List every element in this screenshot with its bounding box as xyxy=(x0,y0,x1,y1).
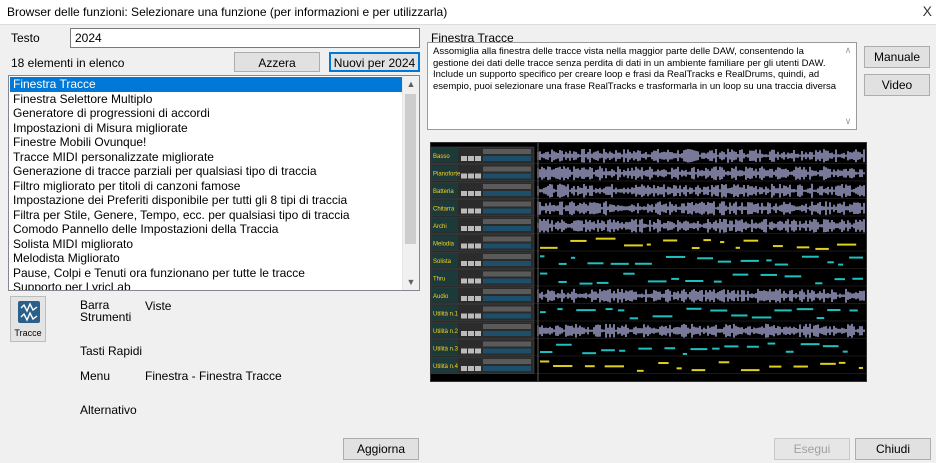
description-text: Assomiglia alla finestra delle tracce vi… xyxy=(433,46,837,92)
toolbar-label: Barra Strumenti xyxy=(80,298,132,324)
list-item[interactable]: Filtra per Stile, Genere, Tempo, ecc. pe… xyxy=(10,208,403,223)
toolbar-value: Viste xyxy=(145,299,172,313)
preview-track-name: Archi xyxy=(433,224,447,230)
list-count: 18 elementi in elenco xyxy=(11,56,125,70)
search-label: Testo xyxy=(11,31,40,45)
list-item[interactable]: Melodista Migliorato xyxy=(10,251,403,266)
menu-label: Menu xyxy=(80,369,111,383)
description-box: Assomiglia alla finestra delle tracce vi… xyxy=(427,42,857,130)
list-item[interactable]: Solista MIDI migliorato xyxy=(10,237,403,252)
preview-track-row: Audio xyxy=(431,286,866,304)
preview-track-row: Utilità n.2 xyxy=(431,321,866,339)
tracks-window-preview: Basso Pianoforte Batteria Chitarra Archi Melo… xyxy=(431,143,866,381)
close-button[interactable]: Chiudi xyxy=(855,438,931,460)
close-icon[interactable]: X xyxy=(923,3,932,19)
description-scrollbar[interactable]: ∧ ∨ xyxy=(841,44,855,128)
preview-track-name: Chitarra xyxy=(433,207,455,213)
list-item[interactable]: Finestra Tracce xyxy=(10,77,403,92)
list-item[interactable]: Tracce MIDI personalizzate migliorate xyxy=(10,150,403,165)
list-item[interactable]: Comodo Pannello delle Impostazioni della… xyxy=(10,222,403,237)
preview-track-name: Basso xyxy=(433,154,450,160)
preview-track-name: Utilità n.3 xyxy=(433,347,459,353)
menu-value: Finestra - Finestra Tracce xyxy=(145,369,282,383)
chevron-down-icon[interactable]: ∨ xyxy=(841,116,855,127)
video-button[interactable]: Video xyxy=(864,74,930,96)
preview-track-name: Batteria xyxy=(433,189,454,195)
preview-track-name: Melodia xyxy=(433,242,455,248)
preview-track-row: Utilità n.4 xyxy=(431,356,866,374)
new-for-2024-button[interactable]: Nuovi per 2024 xyxy=(329,52,420,72)
search-input[interactable]: 2024 xyxy=(70,28,420,48)
feature-list[interactable]: Finestra Tracce Finestra Selettore Multip… xyxy=(8,75,420,291)
preview-track-row: Batteria xyxy=(431,181,866,199)
tracks-tool-button[interactable]: Tracce xyxy=(10,296,46,342)
preview-track-name: Audio xyxy=(433,294,449,300)
list-item[interactable]: Filtro migliorato per titoli di canzoni … xyxy=(10,179,403,194)
window-titlebar: Browser delle funzioni: Selezionare una … xyxy=(0,0,936,25)
list-item[interactable]: Pause, Colpi e Tenuti ora funzionano per… xyxy=(10,266,403,281)
preview-track-row: Utilità n.1 xyxy=(431,304,866,322)
search-input-value: 2024 xyxy=(75,31,102,45)
preview-track-row: Utilità n.3 xyxy=(431,339,866,357)
reset-button[interactable]: Azzera xyxy=(234,52,320,72)
preview-track-row: Solista xyxy=(431,251,866,269)
manual-button[interactable]: Manuale xyxy=(864,46,930,68)
feature-list-scrollbar[interactable]: ▲ ▼ xyxy=(402,76,419,290)
scroll-down-icon[interactable]: ▼ xyxy=(403,274,419,290)
window-title: Browser delle funzioni: Selezionare una … xyxy=(7,5,448,19)
preview-track-name: Utilità n.4 xyxy=(433,364,459,370)
preview-track-name: Pianoforte xyxy=(433,172,461,178)
chevron-up-icon[interactable]: ∧ xyxy=(841,45,855,56)
update-button[interactable]: Aggiorna xyxy=(343,438,419,460)
list-item[interactable]: Generatore di progressioni di accordi xyxy=(10,106,403,121)
list-item[interactable]: Impostazioni di Misura migliorate xyxy=(10,121,403,136)
preview-track-row: Basso xyxy=(431,146,866,164)
feature-preview-image: Basso Pianoforte Batteria Chitarra Archi Melo… xyxy=(430,142,867,382)
preview-track-row: Pianoforte xyxy=(431,164,866,182)
preview-track-name: Utilità n.2 xyxy=(433,329,459,335)
execute-button[interactable]: Esegui xyxy=(774,438,850,460)
alternative-label: Alternativo xyxy=(80,403,137,417)
feature-list-items: Finestra Tracce Finestra Selettore Multip… xyxy=(10,77,403,290)
list-item[interactable]: Supporto per LyricLab xyxy=(10,280,403,290)
scrollbar-thumb[interactable] xyxy=(405,94,416,244)
list-item[interactable]: Impostazione dei Preferiti disponibile p… xyxy=(10,193,403,208)
preview-track-row: Thru xyxy=(431,269,866,287)
tracks-tool-caption: Tracce xyxy=(14,328,42,338)
list-item[interactable]: Finestre Mobili Ovunque! xyxy=(10,135,403,150)
list-item[interactable]: Finestra Selettore Multiplo xyxy=(10,92,403,107)
scroll-up-icon[interactable]: ▲ xyxy=(403,76,419,92)
preview-track-row: Melodia xyxy=(431,234,866,252)
preview-track-row: Chitarra xyxy=(431,199,866,217)
preview-track-row: Archi xyxy=(431,216,866,234)
tracks-window-icon xyxy=(18,301,40,323)
hotkeys-label: Tasti Rapidi xyxy=(80,344,143,358)
preview-track-name: Thru xyxy=(433,277,445,283)
preview-track-name: Utilità n.1 xyxy=(433,312,459,318)
list-item[interactable]: Generazione di tracce parziali per quals… xyxy=(10,164,403,179)
preview-track-name: Solista xyxy=(433,259,452,265)
